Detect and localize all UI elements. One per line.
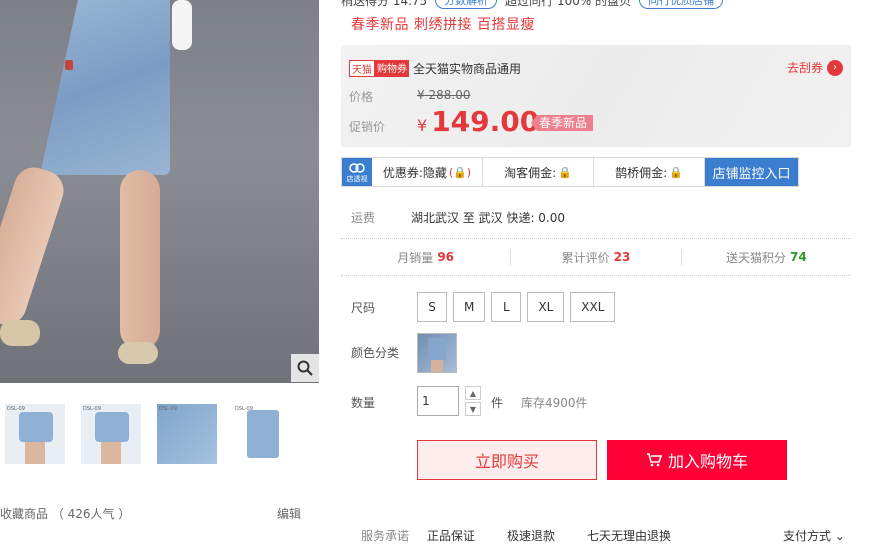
promo-line: 春季新品 刺绣拼接 百搭显瘦 [351,17,535,33]
tmall-label: 天猫 [349,60,375,77]
orig-price: ¥ 288.00 [417,88,470,102]
color-swatch[interactable] [417,333,457,373]
coupon-hidden-label: 优惠券:隐藏 [382,165,447,180]
points-value: 74 [789,250,807,264]
quantity-down-button[interactable]: ▼ [465,402,481,416]
coupon-desc: 全天猫实物商品通用 [413,62,522,76]
add-to-cart-button[interactable]: 加入购物车 [607,440,787,480]
shop-lens-logo: 店透视 [342,158,372,186]
sleeve-shape [172,0,192,50]
peer-shops-button[interactable]: 同行优质店铺 [639,0,724,9]
zoom-button[interactable] [291,354,319,382]
quantity-unit: 件 [491,396,504,410]
size-option[interactable]: S [417,292,447,322]
thumb-tag: DSL-09 [235,406,253,412]
quantity-label: 数量 [351,396,376,410]
stock-text: 库存4900件 [521,396,588,410]
size-option[interactable]: XXL [570,292,616,322]
service-item[interactable]: 七天无理由退换 [587,527,671,544]
shop-monitor-entry-button[interactable]: 店铺监控入口 [705,158,798,186]
price-box: 天猫 购物券 全天猫实物商品通用 去刮券 › 价格 ¥ 288.00 促销价 ¥… [341,45,851,147]
logo-icon [349,163,365,173]
size-label: 尺码 [351,301,376,315]
yen-symbol: ¥ [417,88,425,102]
service-label: 服务承诺 [361,529,410,543]
shop-score-strip: 稍送得分 14.75 分数解析 超过同行 100% 的盘贝 同行优质店铺 [341,0,821,10]
shipping-value[interactable]: 湖北武汉 至 武汉 快递: 0.00 [411,209,565,226]
embroidery-shape [65,60,73,70]
lock-icon: (🔒) [448,165,472,179]
quantity-input[interactable] [417,386,459,416]
leg-shape [0,162,69,330]
thumbnail[interactable]: DSL-09 [233,404,293,464]
buy-now-button[interactable]: 立即购买 [417,440,597,480]
monthly-sales-label: 月销量 [397,250,434,265]
shop-monitor-bar: 店透视 优惠券:隐藏 (🔒) 淘客佣金: 🔒 鹊桥佣金: 🔒 店铺监控入口 [341,157,799,187]
divider [341,238,851,239]
monthly-sales: 月销量 96 [341,240,510,274]
coupon-label: 购物券 [375,60,409,77]
reviews-value: 23 [613,250,631,264]
size-option[interactable]: XL [527,292,565,322]
chevron-right-icon: › [827,59,843,76]
get-coupon-link[interactable]: 去刮券 › [787,59,843,76]
taoke-commission-cell[interactable]: 淘客佣金: 🔒 [483,158,594,186]
score-compare-text: 超过同行 100% 的盘贝 [505,0,632,8]
monthly-sales-value: 96 [437,250,455,264]
score-analysis-button[interactable]: 分数解析 [435,0,498,9]
payment-methods-dropdown[interactable]: 支付方式 ⌄ [783,527,845,544]
orig-price-label: 价格 [349,90,374,104]
chevron-down-icon: ⌄ [834,529,845,543]
main-product-image[interactable] [0,0,319,383]
lock-icon: 🔒 [669,165,683,179]
edit-link[interactable]: 编辑 [277,505,301,522]
thumbnail-list: DSL-09 DSL-09 DSL-09 DSL-09 [0,404,293,464]
reviews-label: 累计评价 [561,250,610,265]
size-option[interactable]: L [491,292,522,322]
thumbnail[interactable]: DSL-09 [5,404,65,464]
new-season-badge: 春季新品 [531,115,594,131]
service-item[interactable]: 极速退款 [507,527,555,544]
thumb-tag: DSL-09 [7,406,25,412]
cart-icon [646,453,662,467]
tmall-coupon-tag: 天猫 购物券 [349,60,409,77]
points-label: 送天猫积分 [725,250,786,265]
size-option[interactable]: M [453,292,486,322]
payment-label: 支付方式 [783,529,832,543]
add-to-cart-label: 加入购物车 [667,452,748,471]
yen-symbol: ¥ [417,116,428,135]
divider [341,275,851,276]
promo-price: ¥ 149.00 [417,105,539,138]
taoke-label: 淘客佣金: [504,165,557,180]
size-options: S M L XL XXL [417,292,616,322]
shoe-shape [0,320,40,346]
favorite-link[interactable]: 收藏商品 （ 426人气 ） [0,505,130,522]
thumb-tag: DSL-09 [159,406,177,412]
service-item[interactable]: 正品保证 [427,527,475,544]
magnifier-icon [297,360,313,376]
shoe-shape [118,342,158,364]
promo-price-label: 促销价 [349,120,386,134]
score-text: 稍送得分 14.75 [341,0,428,8]
tmall-points: 送天猫积分 74 [682,240,851,274]
quantity-up-button[interactable]: ▲ [465,386,481,400]
shipping-label: 运费 [351,211,376,225]
leg-shape [120,170,160,350]
thumb-tag: DSL-09 [83,406,101,412]
color-label: 颜色分类 [351,346,400,360]
service-promise: 服务承诺 正品保证 极速退款 七天无理由退换 [361,527,703,544]
queqiao-label: 鹊桥佣金: [615,165,668,180]
stats-bar: 月销量 96 累计评价 23 送天猫积分 74 [341,240,851,274]
queqiao-commission-cell[interactable]: 鹊桥佣金: 🔒 [594,158,705,186]
logo-label: 店透视 [346,175,368,183]
thumbnail[interactable]: DSL-09 [157,404,217,464]
get-coupon-label: 去刮券 [786,61,823,75]
orig-price-value: 288.00 [428,88,471,102]
coupon-hidden-cell[interactable]: 优惠券:隐藏 (🔒) [372,158,483,186]
promo-price-value: 149.00 [431,105,540,138]
total-reviews[interactable]: 累计评价 23 [511,240,680,274]
skirt-shape [40,0,170,175]
thumbnail[interactable]: DSL-09 [81,404,141,464]
lock-icon: 🔒 [558,165,572,179]
